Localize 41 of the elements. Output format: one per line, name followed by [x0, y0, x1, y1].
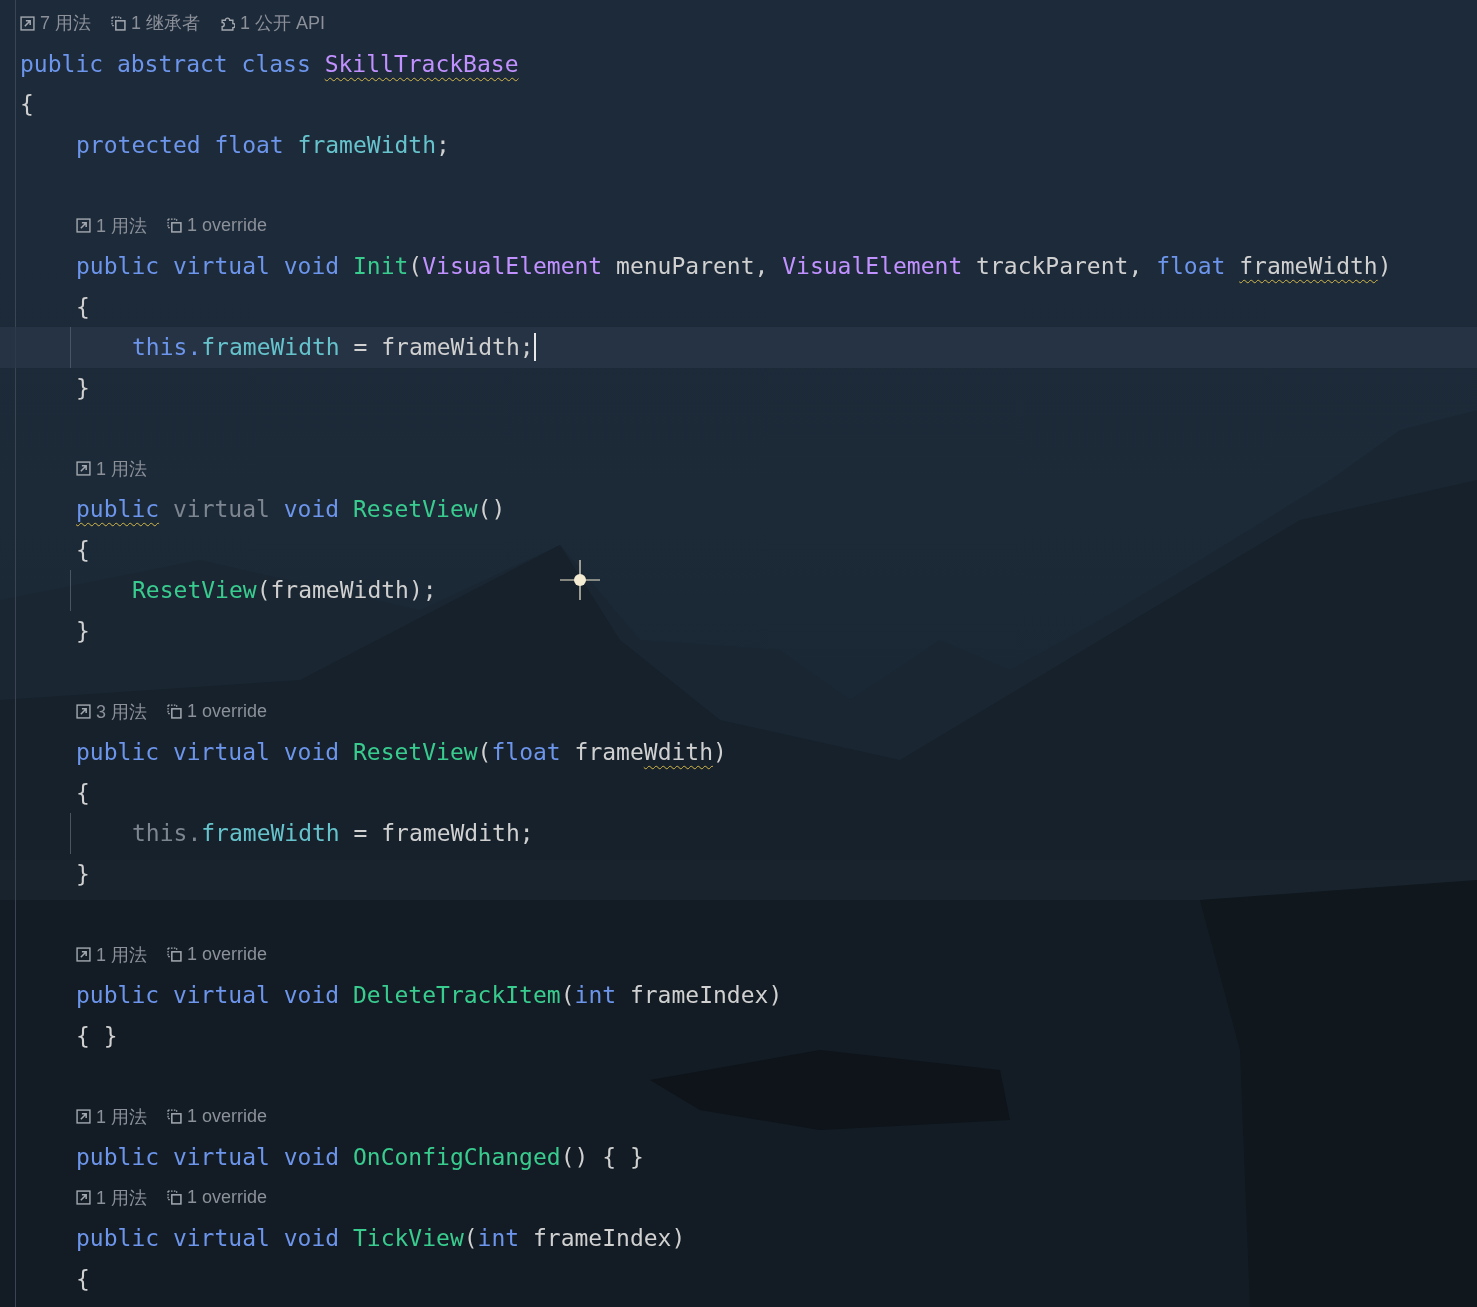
code-line: public virtual void ResetView(float frameWdith) — [76, 738, 727, 768]
code-vision-link[interactable]: 1 用法 — [76, 1185, 147, 1210]
hierarchy-squares-icon — [167, 1190, 182, 1206]
code-vision-link[interactable]: 1 用法 — [76, 213, 147, 238]
code-vision-link[interactable]: 1 继承者 — [111, 11, 201, 36]
hierarchy-squares-icon — [167, 218, 182, 234]
code-line: public virtual void OnConfigChanged() { } — [76, 1143, 644, 1173]
code-line: } — [76, 373, 90, 403]
code-line: this.frameWidth = frameWidth; — [132, 333, 534, 363]
code-vision-link[interactable]: 1 override — [167, 215, 268, 237]
code-line: public abstract class SkillTrackBase — [20, 49, 519, 79]
code-vision-link[interactable]: 1 override — [167, 1106, 268, 1128]
code-line: { — [76, 778, 90, 808]
code-line: public virtual void DeleteTrackItem(int frameIndex) — [76, 981, 783, 1011]
code-line: } — [76, 616, 90, 646]
code-vision-link[interactable]: 1 override — [167, 1187, 268, 1209]
code-line: { — [76, 1264, 90, 1294]
code-vision-link[interactable]: 1 公开 API — [220, 11, 326, 36]
code-vision-link[interactable]: 3 用法 — [76, 699, 147, 724]
code-line: { } — [76, 1021, 118, 1051]
hierarchy-squares-icon — [111, 15, 126, 31]
hierarchy-squares-icon — [167, 704, 182, 720]
hierarchy-squares-icon — [167, 947, 182, 963]
code-line: } — [76, 859, 90, 889]
code-line: { — [76, 292, 90, 322]
code-vision-link[interactable]: 1 override — [167, 944, 268, 966]
hierarchy-squares-icon — [167, 1109, 182, 1125]
code-line: { — [20, 90, 34, 120]
code-line: { — [76, 535, 90, 565]
code-line: this.frameWidth = frameWdith; — [132, 819, 534, 849]
code-line: ResetView(frameWidth); — [132, 576, 437, 606]
code-line: public virtual void TickView(int frameIndex) — [76, 1224, 686, 1254]
code-line: protected float frameWidth; — [76, 130, 450, 160]
code-vision-link[interactable]: 1 用法 — [76, 942, 147, 967]
puzzle-piece-icon — [220, 15, 236, 31]
code-vision-link[interactable]: 1 override — [167, 701, 268, 723]
code-vision-link[interactable]: 1 用法 — [76, 456, 147, 481]
code-vision-link[interactable]: 1 用法 — [76, 1104, 147, 1129]
code-line: public virtual void Init(VisualElement menuParent, VisualElement trackParent, float frameWidth) — [76, 252, 1392, 282]
code-line: public virtual void ResetView() — [76, 495, 506, 525]
code-vision-link[interactable]: 7 用法 — [20, 11, 91, 36]
